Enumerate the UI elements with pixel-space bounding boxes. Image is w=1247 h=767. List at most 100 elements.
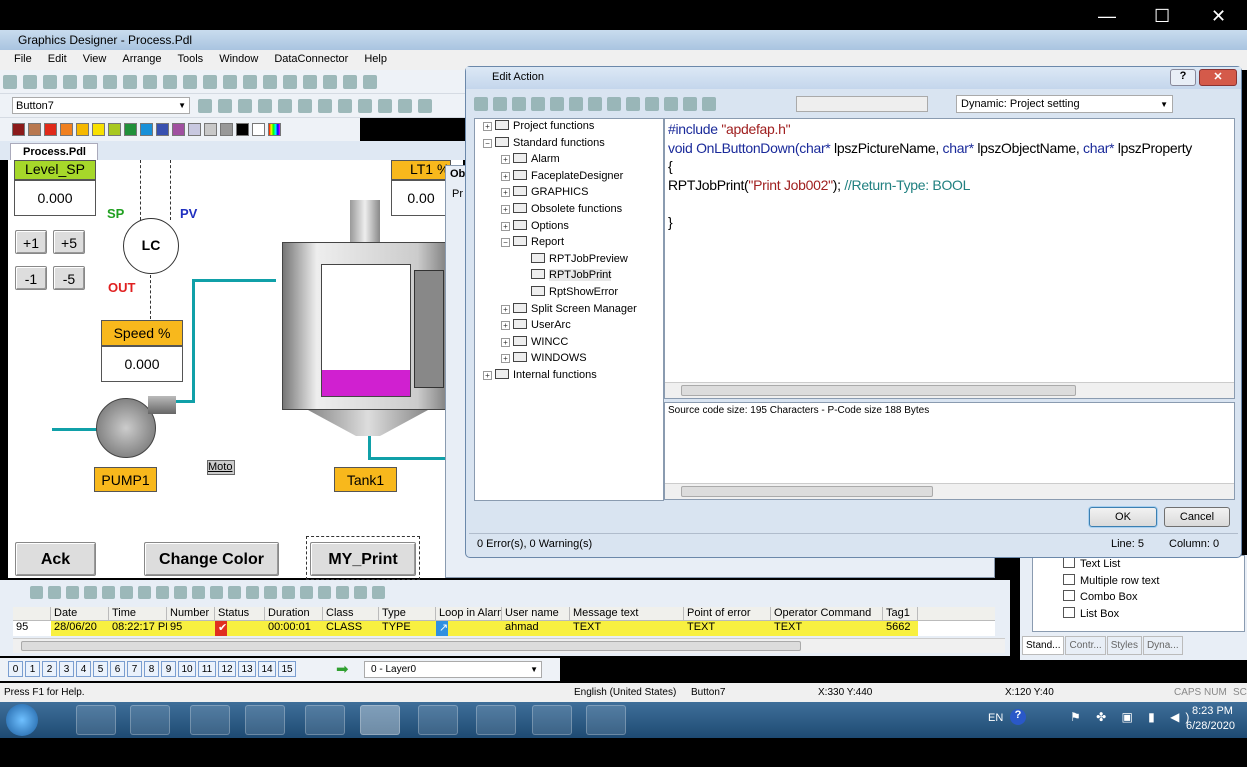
palette-item[interactable]: Text List: [1033, 556, 1244, 573]
tab-process-pdl[interactable]: Process.Pdl ✕: [10, 143, 98, 171]
alarm-list-icon[interactable]: [30, 586, 43, 599]
level-sp-value[interactable]: 0.000: [14, 180, 96, 216]
layer-button[interactable]: 2: [42, 661, 57, 677]
expand-icon[interactable]: +: [501, 188, 510, 198]
layer-button[interactable]: 6: [110, 661, 125, 677]
close-button[interactable]: ✕: [1211, 6, 1226, 27]
expand-icon[interactable]: +: [501, 321, 510, 331]
first-icon[interactable]: [246, 586, 259, 599]
alarm-h-scrollbar[interactable]: [13, 638, 1005, 653]
redo-icon[interactable]: [183, 75, 197, 89]
my-print-button[interactable]: MY_Print: [310, 542, 416, 576]
tag-logging-taskbar-icon[interactable]: [418, 705, 458, 735]
export-icon[interactable]: [702, 97, 716, 111]
print-icon[interactable]: [210, 586, 223, 599]
undo-icon[interactable]: [607, 97, 621, 111]
plus5-button[interactable]: +5: [53, 230, 85, 254]
undo-icon[interactable]: [163, 75, 177, 89]
cut-icon[interactable]: [103, 75, 117, 89]
output-h-scrollbar[interactable]: [665, 483, 1234, 499]
tree-item[interactable]: + Internal functions: [475, 368, 663, 386]
save-icon[interactable]: [493, 97, 507, 111]
info-icon[interactable]: [664, 97, 678, 111]
delete-icon[interactable]: [588, 97, 602, 111]
save-icon[interactable]: [63, 75, 77, 89]
menu-edit[interactable]: Edit: [48, 53, 67, 65]
help-icon[interactable]: ?: [1010, 709, 1026, 725]
media-player-taskbar-icon[interactable]: [130, 705, 170, 735]
color-swatch[interactable]: [28, 123, 41, 136]
color-swatch[interactable]: [124, 123, 137, 136]
menu-arrange[interactable]: Arrange: [122, 53, 161, 65]
tree-item[interactable]: + Split Screen Manager: [475, 302, 663, 320]
tree-item[interactable]: − Standard functions: [475, 136, 663, 154]
loop-in-alarm-icon[interactable]: ↗: [436, 621, 502, 636]
settings-icon[interactable]: [372, 586, 385, 599]
statistics-icon[interactable]: [66, 586, 79, 599]
filter-icon[interactable]: [156, 586, 169, 599]
expand-icon[interactable]: +: [501, 204, 510, 214]
tab-stand[interactable]: Stand...: [1022, 636, 1065, 655]
arrow-right-icon[interactable]: ➡: [336, 660, 349, 678]
expand-icon[interactable]: +: [483, 370, 492, 380]
layer-button[interactable]: 14: [258, 661, 276, 677]
menu-help[interactable]: Help: [364, 53, 387, 65]
help-button[interactable]: ?: [1170, 69, 1196, 86]
column-header[interactable]: Point of error: [684, 607, 771, 621]
wincc-explorer-taskbar-icon[interactable]: [305, 705, 345, 735]
layer-button[interactable]: 10: [178, 661, 196, 677]
custom-color-icon[interactable]: [268, 123, 281, 136]
dialog-close-button[interactable]: ✕: [1199, 69, 1237, 86]
clock-time[interactable]: 8:23 PM: [1192, 705, 1233, 717]
color-swatch[interactable]: [220, 123, 233, 136]
sort-icon[interactable]: [174, 586, 187, 599]
expand-icon[interactable]: +: [501, 221, 510, 231]
layer-button[interactable]: 4: [76, 661, 91, 677]
tag-icon[interactable]: [626, 97, 640, 111]
column-header[interactable]: Message text: [570, 607, 684, 621]
tree-item[interactable]: + WINDOWS: [475, 352, 663, 369]
new-text-icon[interactable]: [23, 75, 37, 89]
connect-icon[interactable]: [278, 99, 292, 113]
expand-icon[interactable]: −: [483, 138, 492, 148]
color-swatch[interactable]: [252, 123, 265, 136]
layer-button[interactable]: 1: [25, 661, 40, 677]
ack-single-icon[interactable]: [102, 586, 115, 599]
tree-item[interactable]: + Project functions: [475, 120, 663, 137]
grid-icon[interactable]: [223, 75, 237, 89]
column-header[interactable]: Date: [51, 607, 109, 621]
cut-icon[interactable]: [512, 97, 526, 111]
tree-item[interactable]: RptShowError: [475, 285, 663, 303]
paste-icon[interactable]: [143, 75, 157, 89]
color-swatch[interactable]: [60, 123, 73, 136]
history-icon[interactable]: [48, 586, 61, 599]
expand-icon[interactable]: +: [501, 171, 510, 181]
motor-label[interactable]: Moto: [207, 460, 235, 475]
lock-icon[interactable]: [138, 586, 151, 599]
import-icon[interactable]: [683, 97, 697, 111]
tab-contr[interactable]: Contr...: [1065, 636, 1106, 655]
color-swatch[interactable]: [140, 123, 153, 136]
layer-button[interactable]: 8: [144, 661, 159, 677]
expand-icon[interactable]: +: [501, 155, 510, 165]
expand-icon[interactable]: +: [501, 304, 510, 314]
new-icon[interactable]: [474, 97, 488, 111]
layer-button[interactable]: 15: [278, 661, 296, 677]
column-header[interactable]: [13, 607, 51, 621]
column-header[interactable]: Number: [167, 607, 215, 621]
pump-icon[interactable]: [96, 398, 156, 458]
tab-dyna[interactable]: Dyna...: [1142, 636, 1183, 655]
properties-icon[interactable]: [263, 75, 277, 89]
help-icon[interactable]: [343, 75, 357, 89]
snap-icon[interactable]: [243, 75, 257, 89]
disconnect-icon[interactable]: [298, 99, 312, 113]
mirror-v-icon[interactable]: [318, 99, 332, 113]
tree-item[interactable]: + UserArc: [475, 319, 663, 336]
color-swatch[interactable]: [92, 123, 105, 136]
color-swatch[interactable]: [108, 123, 121, 136]
rotate-icon[interactable]: [358, 99, 372, 113]
layer-button[interactable]: 13: [238, 661, 256, 677]
cancel-button[interactable]: Cancel: [1164, 507, 1230, 527]
comment-icon[interactable]: [336, 586, 349, 599]
graphics-designer-taskbar-icon[interactable]: [360, 705, 400, 735]
